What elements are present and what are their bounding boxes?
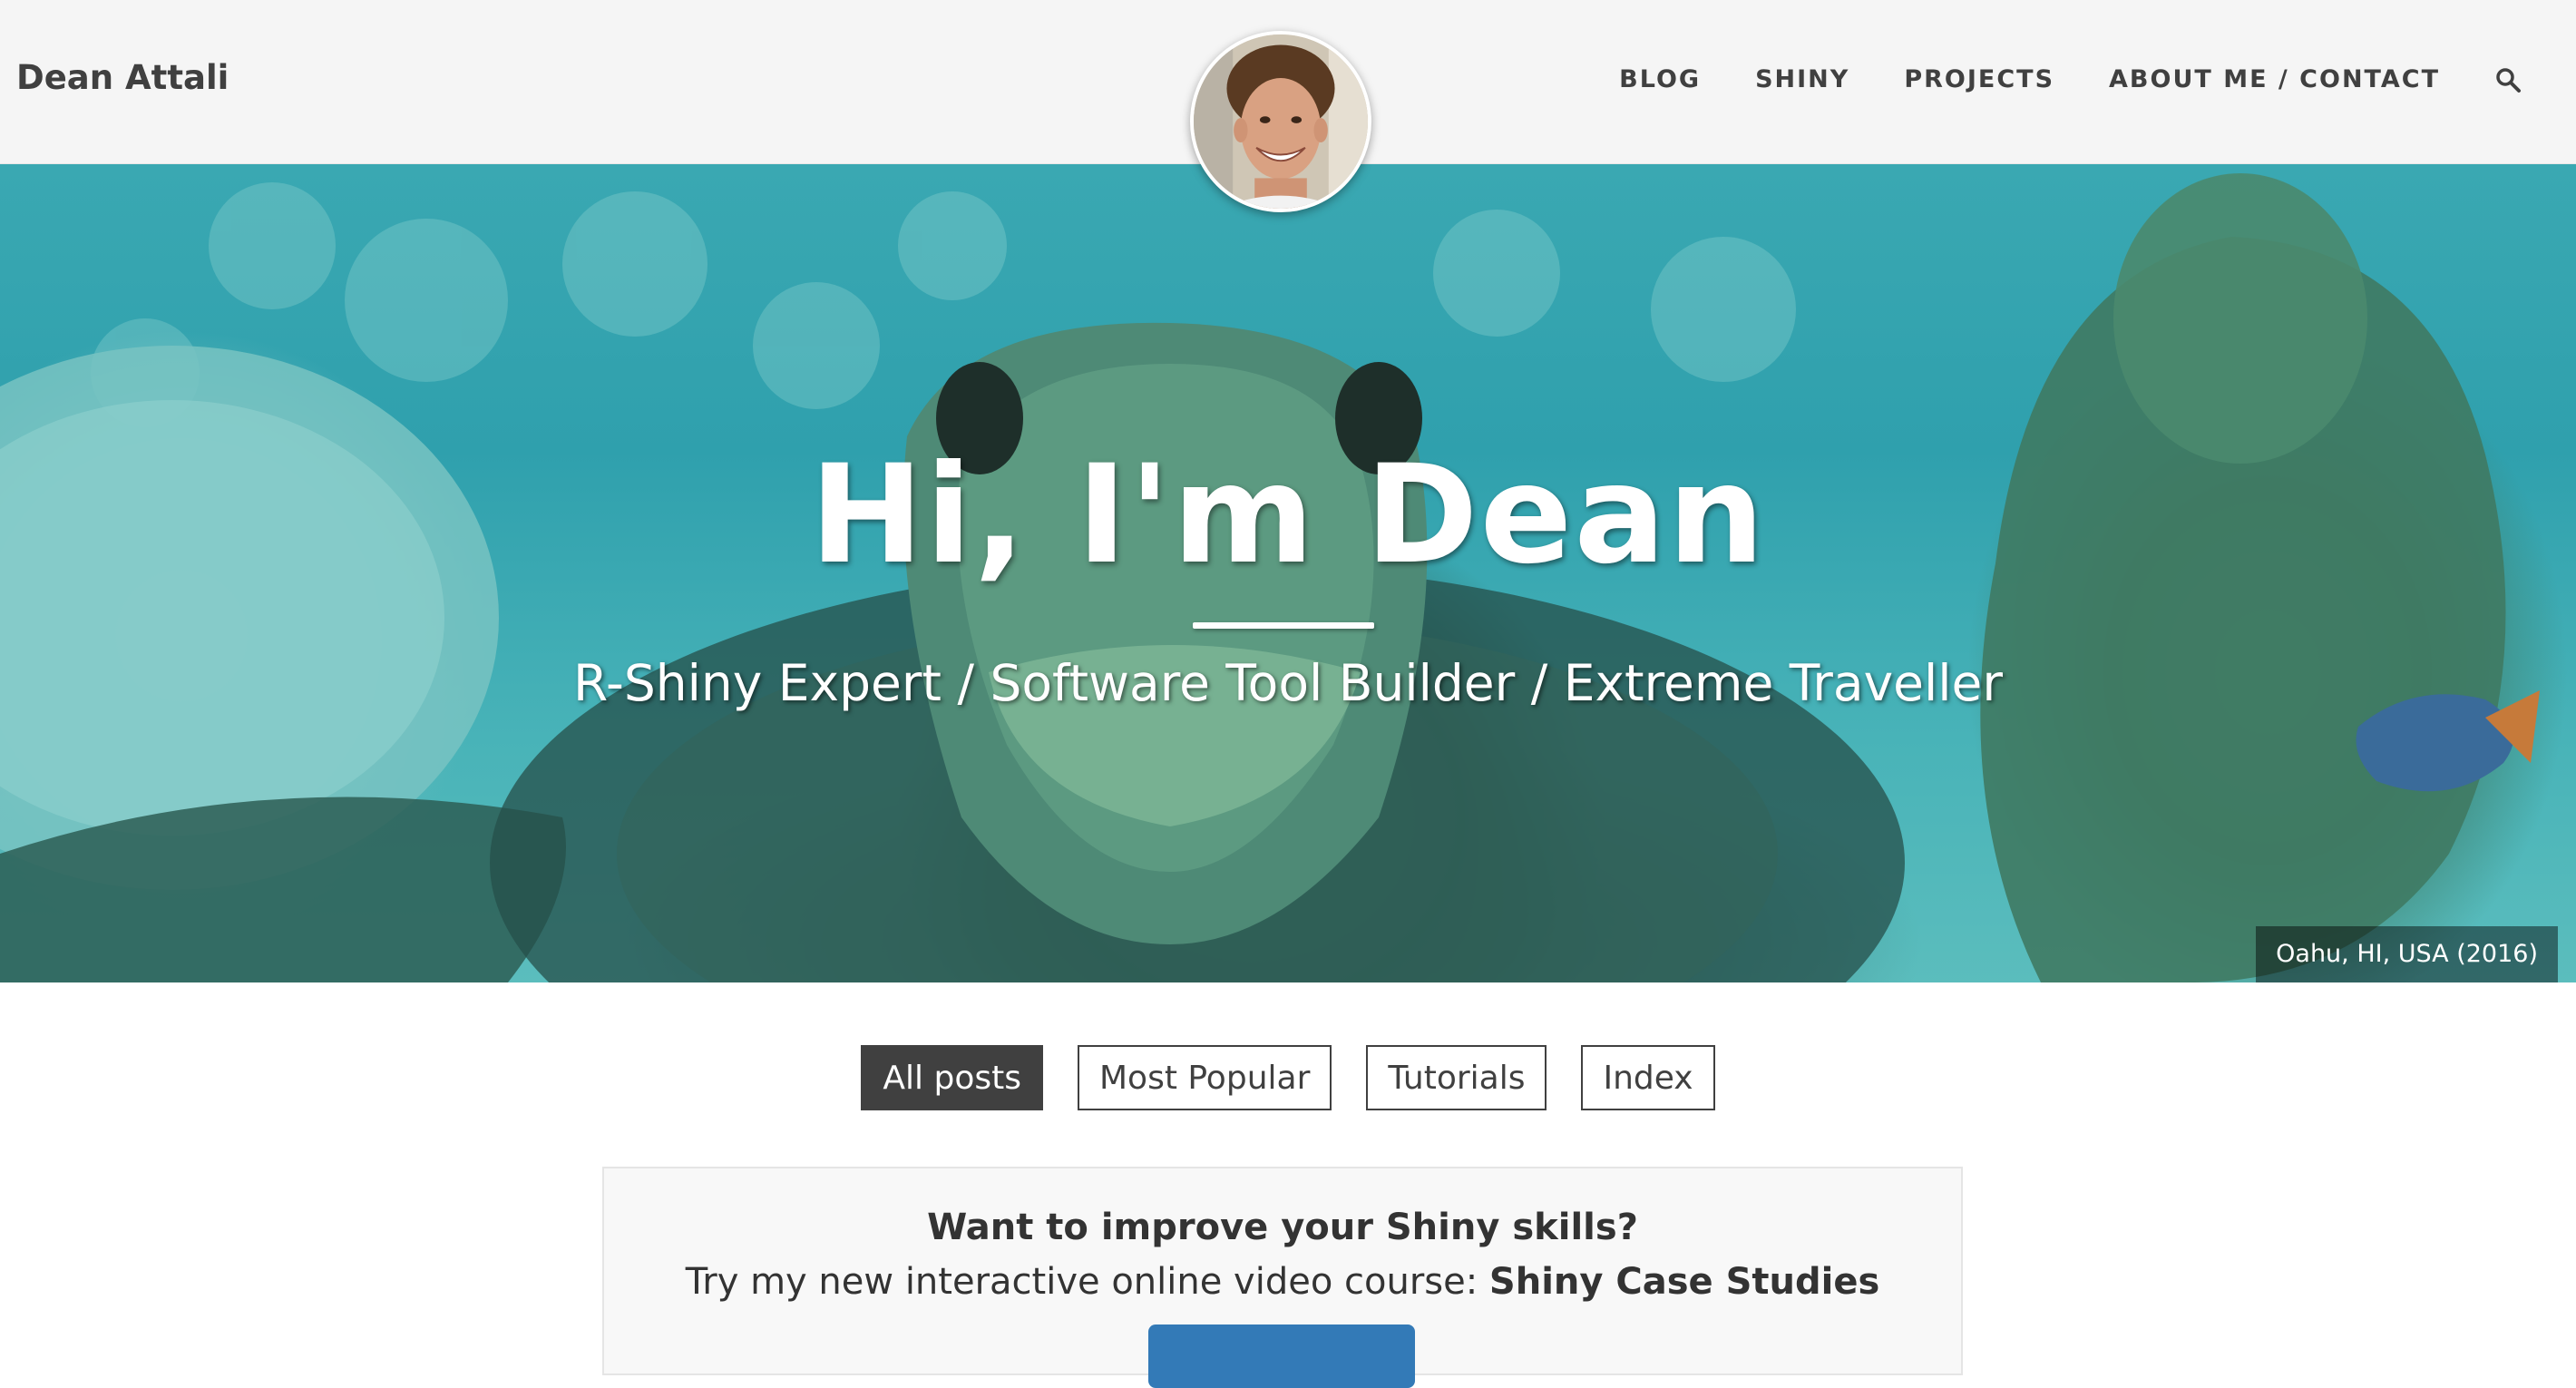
filter-index-button[interactable]: Index	[1581, 1045, 1715, 1110]
hero-title: Hi, I'm Dean	[809, 436, 1767, 594]
promo-heading: Want to improve your Shiny skills?	[927, 1207, 1638, 1248]
nav-link-projects[interactable]: PROJECTS	[1904, 65, 2054, 93]
promo-text: Try my new interactive online video cour…	[604, 1261, 1961, 1303]
post-filter-bar: All posts Most Popular Tutorials Index	[0, 1045, 2576, 1110]
site-brand-link[interactable]: Dean Attali	[16, 58, 229, 97]
promo-cta-button[interactable]	[1148, 1324, 1415, 1388]
hero-banner: Hi, I'm Dean R-Shiny Expert / Software T…	[0, 164, 2576, 982]
nav-link-blog[interactable]: BLOG	[1619, 65, 1701, 93]
nav-link-shiny[interactable]: SHINY	[1755, 65, 1849, 93]
filter-most-popular-button[interactable]: Most Popular	[1077, 1045, 1332, 1110]
avatar[interactable]	[1190, 31, 1371, 212]
hero-divider	[1193, 622, 1374, 629]
filter-all-posts-button[interactable]: All posts	[861, 1045, 1043, 1110]
filter-tutorials-button[interactable]: Tutorials	[1366, 1045, 1547, 1110]
course-promo-box: Want to improve your Shiny skills? Try m…	[602, 1167, 1963, 1388]
photo-caption: Oahu, HI, USA (2016)	[2256, 926, 2558, 982]
hero-subtitle: R-Shiny Expert / Software Tool Builder /…	[573, 654, 2003, 712]
profile-photo-icon	[1194, 34, 1368, 209]
search-icon[interactable]	[2494, 66, 2522, 93]
nav-link-about-contact[interactable]: ABOUT ME / CONTACT	[2109, 65, 2440, 93]
promo-course-name: Shiny Case Studies	[1488, 1261, 1880, 1303]
promo-text-prefix: Try my new interactive online video cour…	[685, 1261, 1489, 1303]
nav-links: BLOG SHINY PROJECTS ABOUT ME / CONTACT	[1565, 65, 2522, 93]
